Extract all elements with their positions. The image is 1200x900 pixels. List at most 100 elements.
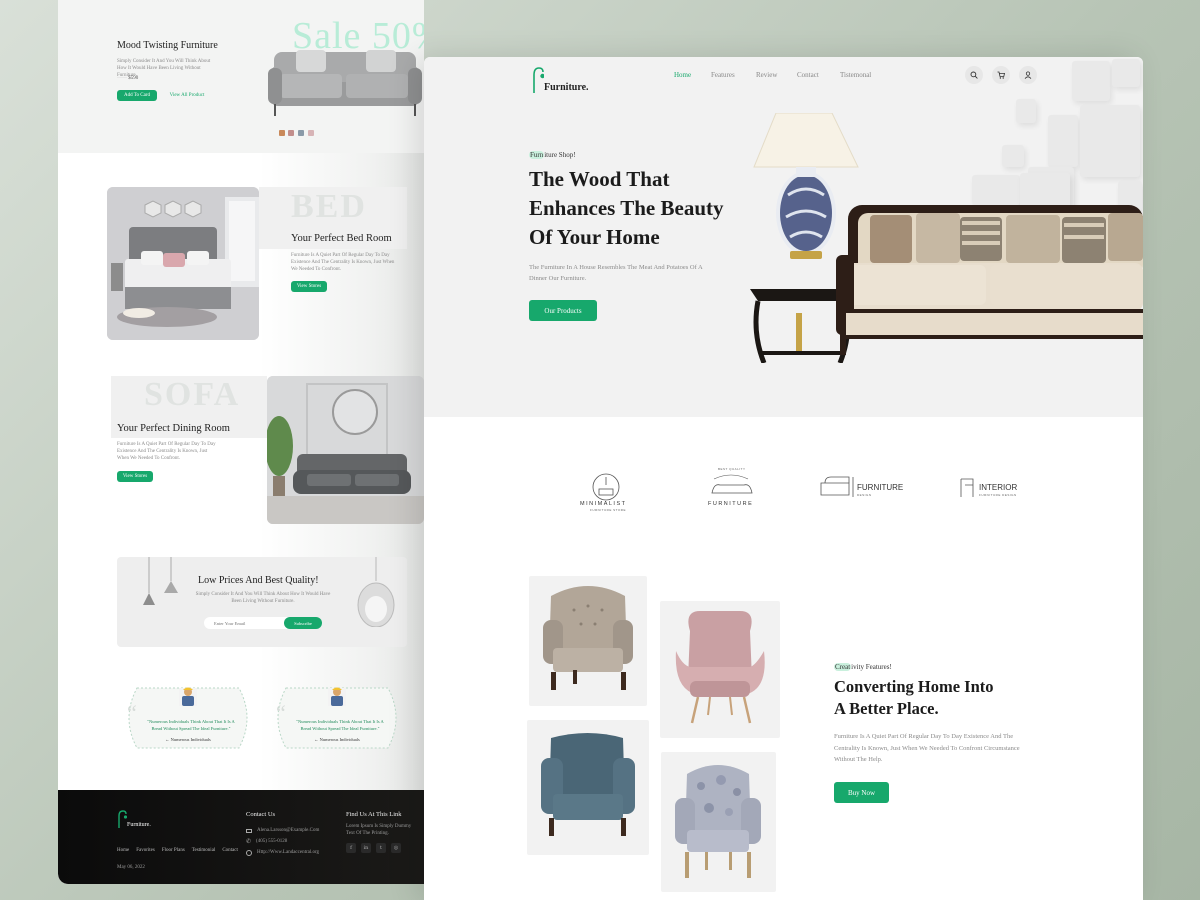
testimonial-quote: "Numerous Individuals Think About That I… bbox=[147, 719, 235, 731]
globe-icon bbox=[246, 849, 252, 856]
chair-card-floral[interactable] bbox=[661, 752, 776, 892]
footer-email[interactable]: Alena.Larsson@Example.Com bbox=[246, 827, 319, 834]
right-page-preview: Furniture. Home Features Review Contact Tist… bbox=[424, 57, 1143, 900]
testimonial-author: ← Numerous Individuals bbox=[314, 737, 360, 742]
brand-name: MINIMALIST bbox=[580, 501, 627, 507]
footer-copyright: May 06, 2022 bbox=[117, 865, 145, 870]
user-icon bbox=[1024, 71, 1032, 79]
brand-sub: BEST QUALITY bbox=[718, 467, 746, 471]
blue-wingback-chair-image bbox=[541, 733, 635, 836]
color-swatch[interactable] bbox=[288, 130, 294, 136]
view-all-product-link[interactable]: View All Product bbox=[165, 90, 209, 101]
bedroom-image bbox=[107, 187, 259, 340]
nav-tistemonal[interactable]: Tistemonal bbox=[840, 71, 871, 79]
bed-section-title: Your Perfect Bed Room bbox=[291, 233, 392, 244]
our-products-button[interactable]: Our Products bbox=[529, 300, 597, 321]
brand-logo-4: INTERIOR FURNITURE DESIGN bbox=[959, 469, 1069, 515]
sofa-view-stores-button[interactable]: View Stores bbox=[117, 471, 153, 482]
brand-name: INTERIOR bbox=[979, 483, 1018, 492]
tufted-chair-image bbox=[543, 586, 633, 690]
brand-logo-3: FURNITURE DESIGN bbox=[819, 469, 929, 515]
user-button[interactable] bbox=[1019, 66, 1037, 84]
nav-contact[interactable]: Contact bbox=[797, 71, 819, 79]
bed-view-stores-button[interactable]: View Stores bbox=[291, 281, 327, 292]
add-to-card-button[interactable]: Add To Card bbox=[117, 90, 157, 101]
lamp-logo-icon bbox=[533, 67, 544, 93]
nav-home[interactable]: Home bbox=[674, 71, 691, 79]
hero-eyebrow: Furniture Shop! bbox=[529, 151, 576, 159]
linkedin-icon[interactable]: in bbox=[361, 843, 371, 853]
footer-link-favorites[interactable]: Favorites bbox=[136, 847, 155, 854]
wall-tile bbox=[1002, 145, 1024, 167]
testimonial-card: “ "Numerous Individuals Think About That… bbox=[268, 686, 406, 750]
footer-link-home[interactable]: Home bbox=[117, 847, 129, 854]
features-eyebrow: Creativity Features! bbox=[834, 663, 892, 671]
brand-sub: FURNITURE STORE bbox=[590, 508, 626, 512]
bed-section-desc: Furniture Is A Quiet Part Of Regular Day… bbox=[291, 253, 395, 272]
left-hero-section: Sale 50% Mood Twisting Furniture Simply … bbox=[58, 0, 424, 153]
footer-links: Home Favorites Floor Plans Testimonial Conta… bbox=[117, 847, 238, 854]
hero-title: The Wood That Enhances The Beauty Of You… bbox=[529, 167, 724, 249]
pink-lounge-chair-image bbox=[675, 611, 765, 724]
subscribe-button[interactable]: Subscribe bbox=[284, 617, 322, 629]
wall-tile bbox=[1072, 61, 1110, 101]
brand-sub: DESIGN bbox=[857, 493, 872, 497]
nav-features[interactable]: Features bbox=[711, 71, 735, 79]
instagram-icon[interactable]: ◎ bbox=[391, 843, 401, 853]
phone-icon: ✆ bbox=[246, 838, 252, 845]
footer-website[interactable]: Http://Www.Landaccentral.org bbox=[246, 849, 319, 856]
chair-card-tufted[interactable] bbox=[529, 576, 647, 706]
price-label: —— $590 bbox=[117, 76, 139, 81]
brand-name: FURNITURE bbox=[708, 501, 754, 507]
nav-review[interactable]: Review bbox=[756, 71, 777, 79]
brand-logo[interactable]: Furniture. bbox=[532, 67, 589, 93]
chair-card-blue[interactable] bbox=[527, 720, 649, 855]
wall-tile bbox=[972, 175, 1020, 205]
testimonial-quote: "Numerous Individuals Think About That I… bbox=[296, 719, 384, 731]
floral-armchair-image bbox=[675, 765, 761, 878]
right-hero-section: Furniture. Home Features Review Contact Tist… bbox=[424, 57, 1143, 417]
wall-tile bbox=[1048, 115, 1078, 167]
reviewer-avatar bbox=[179, 687, 197, 706]
testimonial-author: ← Numerous Individuals bbox=[165, 737, 211, 742]
lamp-logo-icon bbox=[118, 810, 127, 828]
subscribe-desc: Simply Consider It And You Will Think Ab… bbox=[195, 592, 331, 604]
buy-now-button[interactable]: Buy Now bbox=[834, 782, 889, 803]
footer-link-contact[interactable]: Contact bbox=[222, 847, 238, 854]
sofa-ghost-text: SOFA bbox=[144, 376, 241, 413]
wall-tile bbox=[1112, 59, 1140, 87]
brand-sub: FURNITURE DESIGN bbox=[979, 493, 1017, 497]
hero-desc: The Furniture In A House Resembles The M… bbox=[529, 264, 703, 282]
wall-tile bbox=[1080, 105, 1140, 177]
grey-sofa-image bbox=[268, 50, 422, 116]
sofa-section-title: Your Perfect Dining Room bbox=[117, 423, 230, 434]
twitter-icon[interactable]: t bbox=[376, 843, 386, 853]
subscribe-title: Low Prices And Best Quality! bbox=[198, 575, 319, 586]
search-button[interactable] bbox=[965, 66, 983, 84]
wall-tile bbox=[1016, 99, 1036, 123]
wall-tile bbox=[1020, 173, 1070, 209]
beige-sofa-image bbox=[836, 205, 1143, 355]
cart-button[interactable] bbox=[992, 66, 1010, 84]
find-us-desc: Lorem Ipsum Is Simply Dummy Text Of The … bbox=[346, 824, 412, 836]
left-hero-title: Mood Twisting Furniture bbox=[117, 40, 218, 51]
footer-phone[interactable]: ✆ (405) 555-0128 bbox=[246, 838, 287, 845]
footer-link-floor-plans[interactable]: Floor Plans bbox=[162, 847, 185, 854]
cart-icon bbox=[997, 71, 1005, 79]
footer-logo: Furniture. bbox=[117, 810, 151, 828]
brand-logo-1: MINIMALIST FURNITURE STORE bbox=[576, 469, 686, 515]
social-icons: f in t ◎ bbox=[346, 843, 401, 853]
pendant-lamps-image bbox=[143, 557, 178, 605]
subscribe-section: Low Prices And Best Quality! Simply Cons… bbox=[117, 557, 407, 647]
brand-name: FURNITURE bbox=[857, 483, 904, 492]
color-swatch[interactable] bbox=[298, 130, 304, 136]
color-swatch[interactable] bbox=[308, 130, 314, 136]
footer-link-testimonial[interactable]: Testimonial bbox=[192, 847, 216, 854]
facebook-icon[interactable]: f bbox=[346, 843, 356, 853]
chair-card-pink[interactable] bbox=[660, 601, 780, 738]
dining-room-image bbox=[267, 376, 424, 524]
features-desc: Furniture Is A Quiet Part Of Regular Day… bbox=[834, 733, 1020, 763]
brand-logo-2: FURNITURE BEST QUALITY bbox=[704, 467, 814, 515]
color-swatch[interactable] bbox=[279, 130, 285, 136]
search-icon bbox=[970, 71, 978, 79]
